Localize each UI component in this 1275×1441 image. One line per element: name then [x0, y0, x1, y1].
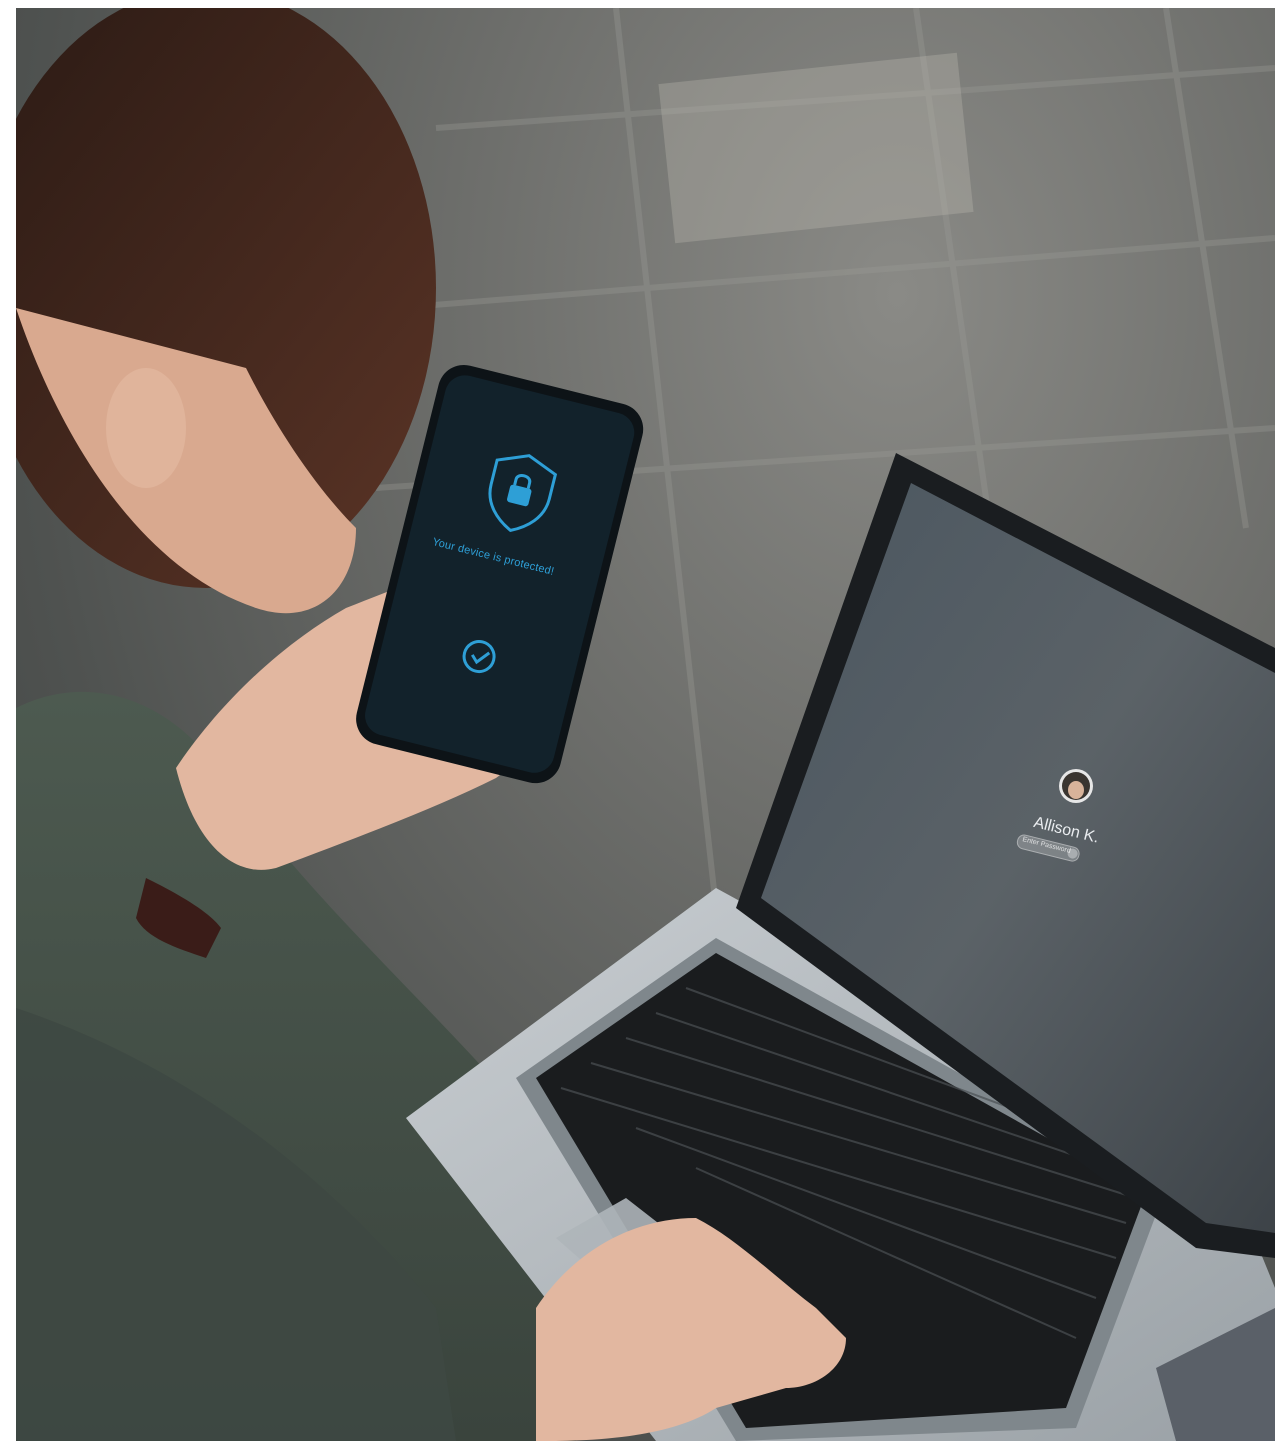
user-avatar-icon: [1059, 769, 1093, 803]
photo-illustration: [16, 8, 1275, 1441]
light-tile: [658, 52, 974, 244]
submit-arrow-icon[interactable]: [1066, 847, 1079, 860]
ear: [106, 368, 186, 488]
photo-scene: Your device is protected! Allison K. Ent…: [16, 8, 1275, 1441]
